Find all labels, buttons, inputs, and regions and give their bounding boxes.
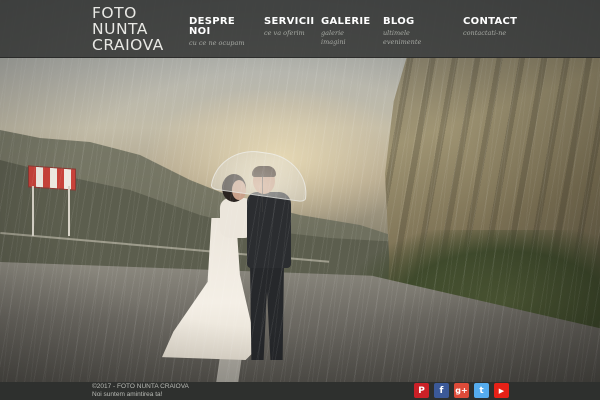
logo-line-1: FOTO — [92, 4, 137, 22]
youtube-icon[interactable]: ▶ — [494, 383, 509, 398]
hero-photo — [0, 0, 600, 400]
footer-copyright: ©2017 - FOTO NUNTA CRAIOVA — [92, 383, 189, 390]
pinterest-icon[interactable]: P — [414, 383, 429, 398]
nav-subtitle: ultimele evenimente — [383, 29, 422, 46]
logo-line-3: CRAIOVA — [92, 36, 164, 54]
nav-title: SERVICII — [264, 16, 315, 27]
nav-item-galerie[interactable]: GALERIE galerie imagini — [321, 16, 371, 47]
twitter-icon[interactable]: t — [474, 383, 489, 398]
logo-line-2: NUNTA — [92, 20, 148, 38]
nav-subtitle: cu ce ne ocupam — [189, 39, 245, 47]
site-header: FOTO NUNTA CRAIOVA DESPRE NOI cu ce ne o… — [0, 0, 600, 58]
nav-item-servicii[interactable]: SERVICII ce va oferim — [264, 17, 319, 38]
site-logo[interactable]: FOTO NUNTA CRAIOVA — [92, 5, 164, 53]
nav-subtitle: ce va oferim — [264, 29, 305, 37]
nav-item-contact[interactable]: CONTACT contactati-ne — [463, 17, 523, 38]
social-links: P f g+ t ▶ — [414, 383, 509, 398]
nav-subtitle: contactati-ne — [463, 29, 507, 37]
facebook-icon[interactable]: f — [434, 383, 449, 398]
footer-text: ©2017 - FOTO NUNTA CRAIOVA Noi suntem am… — [92, 383, 189, 399]
nav-subtitle: galerie imagini — [321, 29, 346, 46]
site-footer: ©2017 - FOTO NUNTA CRAIOVA Noi suntem am… — [0, 382, 600, 400]
nav-title: DESPRE NOI — [189, 16, 235, 37]
vignette — [0, 0, 600, 400]
nav-item-blog[interactable]: BLOG ultimele evenimente — [383, 17, 433, 47]
nav-item-despre-noi[interactable]: DESPRE NOI cu ce ne ocupam — [189, 17, 249, 48]
nav-title: GALERIE — [321, 16, 371, 27]
footer-tagline: Noi suntem amintirea ta! — [92, 391, 163, 398]
nav-title: BLOG — [383, 16, 415, 27]
google-plus-icon[interactable]: g+ — [454, 383, 469, 398]
nav-title: CONTACT — [463, 16, 518, 27]
